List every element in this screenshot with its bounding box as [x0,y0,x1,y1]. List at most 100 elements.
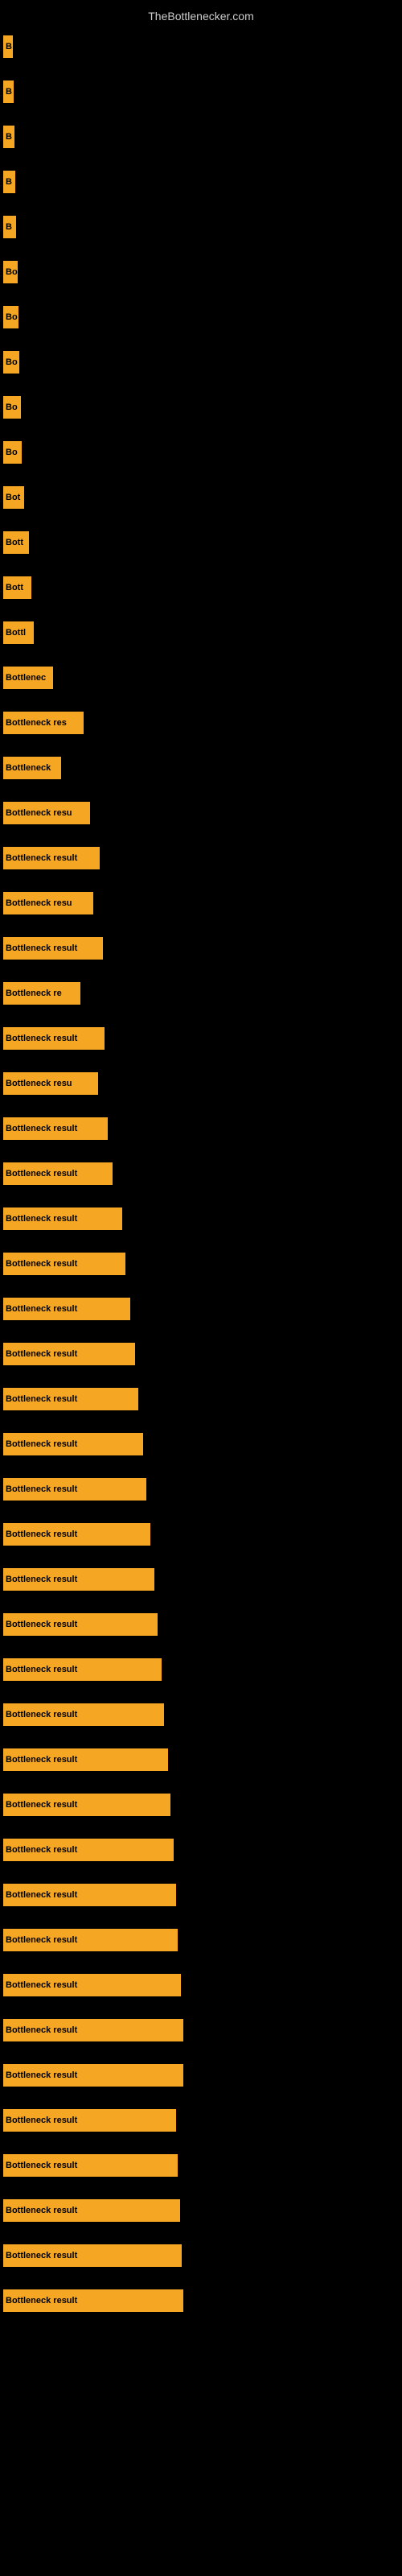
bar-label: Bottlenec [3,667,53,689]
bar-row: Bottleneck res [0,700,402,745]
bar-label: Bottleneck resu [3,892,93,914]
bar-row: Bottleneck result [0,836,402,881]
bar-row: Bottleneck result [0,2053,402,2098]
bar-label: Bo [3,351,19,374]
bar-row: Bottleneck result [0,2098,402,2143]
bar-row: Bottleneck result [0,2278,402,2323]
bar-label: Bottleneck result [3,1613,158,1636]
bar-row: B [0,114,402,159]
bar-row: Bo [0,430,402,475]
bar-row: Bottleneck resu [0,1061,402,1106]
bar-label: Bottleneck result [3,1794,170,1816]
bar-label: Bottleneck result [3,1027,105,1050]
bar-label: Bottleneck result [3,1523,150,1546]
bar-row: B [0,159,402,204]
bar-label: Bottleneck result [3,2019,183,2041]
bar-row: Bottleneck result [0,1331,402,1377]
bar-row: Bottleneck result [0,1106,402,1151]
bars-container: BBBBBBoBoBoBoBoBotBottBottBottlBottlenec… [0,24,402,2323]
bar-row: Bot [0,475,402,520]
bar-label: Bottleneck result [3,1253,125,1275]
bar-row: Bott [0,520,402,565]
bar-label: B [3,80,14,103]
bar-label: Bo [3,441,22,464]
bar-row: Bottleneck result [0,1602,402,1647]
bar-row: Bottleneck result [0,1196,402,1241]
bar-label: Bottleneck result [3,937,103,960]
bar-row: Bottleneck result [0,1827,402,1872]
bar-row: Bo [0,295,402,340]
bar-row: Bottl [0,610,402,655]
bar-label: Bottleneck result [3,1748,168,1771]
bar-label: Bot [3,486,24,509]
bar-label: Bott [3,576,31,599]
bar-label: Bottleneck result [3,1117,108,1140]
bar-row: Bottleneck result [0,1512,402,1557]
bar-label: Bottleneck result [3,1433,143,1455]
bar-row: Bottleneck re [0,971,402,1016]
bar-row: Bottleneck result [0,926,402,971]
bar-row: Bottleneck result [0,1647,402,1692]
bar-row: Bottleneck result [0,1467,402,1512]
bar-label: Bottleneck result [3,1388,138,1410]
bar-label: Bottleneck re [3,982,80,1005]
bar-label: Bottleneck result [3,1703,164,1726]
bar-row: Bottleneck result [0,1692,402,1737]
bar-label: Bottleneck result [3,1162,113,1185]
site-title: TheBottlenecker.com [0,3,402,26]
bar-label: Bottleneck result [3,1839,174,1861]
bar-label: Bottleneck result [3,1658,162,1681]
bar-label: Bottleneck result [3,1929,178,1951]
bar-label: Bottleneck res [3,712,84,734]
bar-row: Bottleneck result [0,1782,402,1827]
bar-label: Bo [3,306,18,328]
bar-label: B [3,171,15,193]
bar-label: Bottl [3,621,34,644]
bar-row: Bottleneck result [0,1151,402,1196]
bar-row: Bo [0,340,402,385]
bar-row: Bottleneck result [0,2008,402,2053]
bar-row: B [0,24,402,69]
bar-label: Bottleneck [3,757,61,779]
bar-row: Bottleneck result [0,1963,402,2008]
bar-label: Bottleneck result [3,1343,135,1365]
bar-row: Bottleneck result [0,1872,402,1918]
bar-row: Bott [0,565,402,610]
bar-label: Bottleneck result [3,1568,154,1591]
bar-row: Bottleneck result [0,1422,402,1467]
bar-row: Bottleneck result [0,1918,402,1963]
bar-label: Bottleneck resu [3,802,90,824]
bar-row: Bo [0,250,402,295]
bar-label: Bottleneck result [3,1208,122,1230]
bar-label: Bottleneck result [3,2064,183,2087]
bar-label: Bottleneck result [3,2289,183,2312]
bar-row: Bo [0,385,402,430]
bar-label: Bo [3,261,18,283]
bar-label: Bo [3,396,21,419]
bar-row: Bottleneck result [0,1557,402,1602]
bar-row: Bottleneck resu [0,881,402,926]
bar-label: Bottleneck resu [3,1072,98,1095]
bar-row: Bottleneck result [0,2188,402,2233]
bar-row: Bottleneck result [0,1286,402,1331]
bar-row: Bottleneck result [0,1377,402,1422]
bar-row: B [0,69,402,114]
bar-label: B [3,126,14,148]
bar-row: Bottleneck [0,745,402,791]
bar-label: B [3,216,16,238]
bar-row: Bottlenec [0,655,402,700]
bar-row: Bottleneck result [0,2143,402,2188]
bar-label: Bottleneck result [3,2199,180,2222]
bar-label: Bottleneck result [3,2109,176,2132]
bar-row: Bottleneck result [0,1016,402,1061]
bar-label: Bottleneck result [3,1298,130,1320]
bar-label: Bottleneck result [3,1884,176,1906]
bar-row: Bottleneck resu [0,791,402,836]
bar-label: Bottleneck result [3,2154,178,2177]
bar-label: B [3,35,13,58]
bar-row: Bottleneck result [0,2233,402,2278]
bar-row: Bottleneck result [0,1241,402,1286]
bar-label: Bottleneck result [3,1974,181,1996]
bar-label: Bottleneck result [3,1478,146,1501]
bar-label: Bott [3,531,29,554]
